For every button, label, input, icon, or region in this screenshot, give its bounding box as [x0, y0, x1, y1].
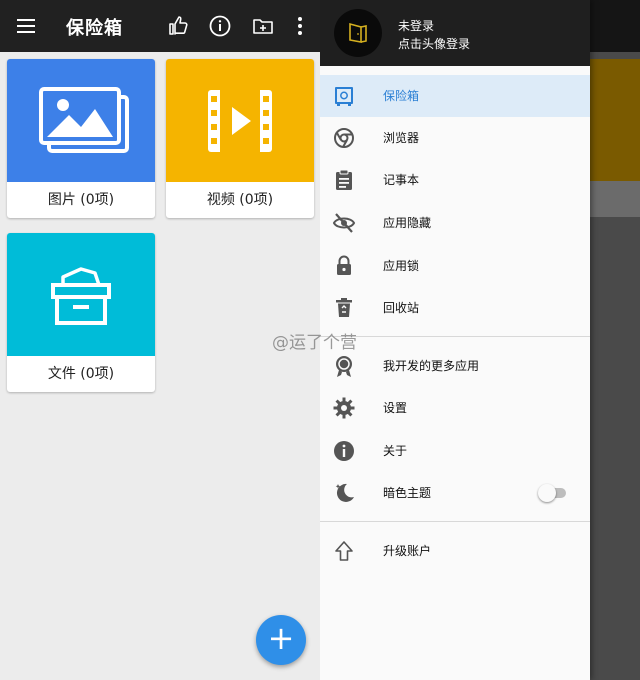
moon-icon: [335, 483, 354, 502]
thumb-up-icon[interactable]: [166, 14, 190, 38]
category-tile-images[interactable]: 图片 (0项): [7, 59, 155, 218]
drawer-item-vault[interactable]: 保险箱: [320, 75, 590, 117]
app-bar: 保险箱: [0, 0, 320, 52]
drawer-item-browser[interactable]: 浏览器: [320, 117, 590, 159]
drawer-item-label: 应用锁: [383, 259, 420, 273]
drawer-item-recycle-bin[interactable]: 回收站: [320, 287, 590, 329]
dark-theme-toggle[interactable]: [538, 484, 566, 502]
drawer-item-app-lock[interactable]: 应用锁: [320, 245, 590, 287]
eye-off-icon: [332, 213, 356, 233]
drawer-divider: [320, 336, 590, 337]
drawer-item-label: 关于: [383, 444, 408, 458]
info-icon[interactable]: [208, 14, 232, 38]
upgrade-arrow-icon: [335, 541, 353, 561]
file-box-icon: [51, 267, 111, 325]
avatar[interactable]: [334, 9, 382, 57]
drawer-item-label: 记事本: [383, 173, 420, 187]
menu-icon[interactable]: [14, 14, 38, 38]
drawer-item-settings[interactable]: 设置: [320, 387, 590, 429]
drawer-item-label: 回收站: [383, 301, 420, 315]
dimmed-tile: [590, 59, 640, 181]
drawer-item-about[interactable]: 关于: [320, 430, 590, 472]
tile-label: 图片 (0项): [47, 192, 115, 208]
safe-icon: [335, 87, 353, 106]
clipboard-icon: [336, 169, 352, 190]
drawer-screen: 未登录 点击头像登录 保险箱 浏览器 记事本 应用隐藏 应用锁 回收站 我开发的…: [320, 0, 640, 680]
gear-icon: [333, 397, 355, 419]
drawer-item-label: 设置: [383, 401, 408, 415]
tile-image-area: [7, 233, 155, 356]
drawer-item-upgrade[interactable]: 升级账户: [320, 530, 590, 572]
more-vert-icon[interactable]: [288, 14, 312, 38]
category-tile-files[interactable]: 文件 (0项): [7, 233, 155, 392]
category-tile-videos[interactable]: 视频 (0项): [166, 59, 314, 218]
dimmed-tile-caption: [590, 181, 640, 217]
login-hint[interactable]: 点击头像登录: [398, 35, 470, 52]
image-icon: [39, 87, 129, 153]
login-status: 未登录: [398, 19, 435, 33]
add-folder-icon[interactable]: [251, 14, 275, 38]
drawer-item-dark-theme[interactable]: 暗色主题: [320, 472, 590, 514]
browser-icon: [334, 128, 354, 148]
drawer-item-label: 应用隐藏: [383, 216, 432, 230]
recycle-bin-icon: [336, 298, 352, 317]
plus-icon: +: [267, 619, 295, 657]
lock-icon: [337, 255, 351, 275]
tile-label: 视频 (0项): [206, 192, 274, 208]
add-fab-button[interactable]: +: [256, 615, 306, 665]
drawer-item-label: 保险箱: [383, 89, 420, 103]
navigation-drawer: 未登录 点击头像登录 保险箱 浏览器 记事本 应用隐藏 应用锁 回收站 我开发的…: [320, 0, 590, 680]
drawer-item-notepad[interactable]: 记事本: [320, 159, 590, 201]
drawer-item-label: 我开发的更多应用: [383, 359, 480, 373]
app-title: 保险箱: [66, 18, 123, 39]
drawer-item-label: 升级账户: [383, 544, 432, 558]
door-logo-icon: [349, 22, 367, 43]
tile-label: 文件 (0项): [47, 366, 115, 382]
tile-image-area: [7, 59, 155, 182]
badge-icon: [336, 356, 352, 377]
info-icon: [334, 441, 354, 461]
drawer-item-more-apps[interactable]: 我开发的更多应用: [320, 345, 590, 387]
watermark: @运了个营: [272, 333, 357, 353]
tile-image-area: [166, 59, 314, 182]
drawer-divider: [320, 521, 590, 522]
drawer-header: 未登录 点击头像登录: [320, 0, 590, 66]
drawer-item-label: 暗色主题: [383, 486, 432, 500]
drawer-item-label: 浏览器: [383, 131, 420, 145]
video-icon: [208, 90, 272, 152]
drawer-item-app-hide[interactable]: 应用隐藏: [320, 202, 590, 244]
toggle-knob: [538, 484, 556, 502]
